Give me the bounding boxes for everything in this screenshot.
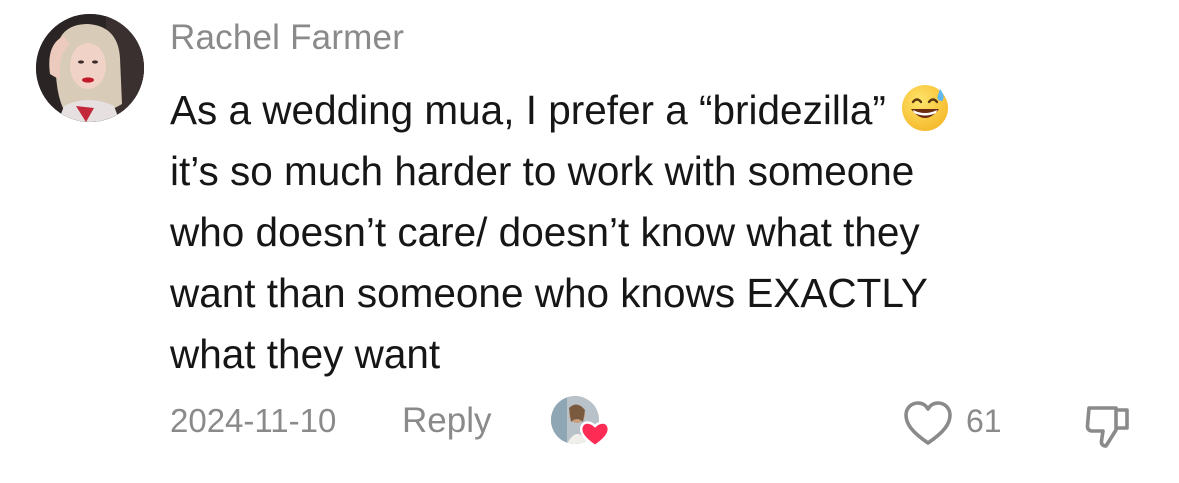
comment-line: it’s so much harder to work with someone	[170, 148, 915, 194]
heart-outline-icon[interactable]	[902, 399, 954, 447]
comment-line-text: As a wedding mua, I prefer a “bridezilla…	[170, 87, 886, 133]
sweat-smile-emoji-icon	[901, 85, 948, 131]
comment-date: 2024-11-10	[170, 402, 337, 439]
comment-text: As a wedding mua, I prefer a “bridezilla…	[170, 80, 1130, 385]
creator-heart-icon	[579, 421, 611, 448]
thumbs-down-icon[interactable]	[1083, 400, 1133, 450]
comment-username[interactable]: Rachel Farmer	[170, 18, 404, 58]
like-count: 61	[966, 403, 1002, 439]
comment-line: who doesn’t care/ doesn’t know what they	[170, 209, 920, 255]
reply-button[interactable]: Reply	[402, 401, 491, 441]
creator-liked-badge	[551, 396, 611, 452]
comment-line: As a wedding mua, I prefer a “bridezilla…	[170, 80, 1130, 141]
avatar-image	[36, 14, 144, 122]
comment-line: what they want	[170, 331, 441, 377]
user-avatar[interactable]	[36, 14, 144, 122]
comment-line: want than someone who knows EXACTLY	[170, 270, 928, 316]
